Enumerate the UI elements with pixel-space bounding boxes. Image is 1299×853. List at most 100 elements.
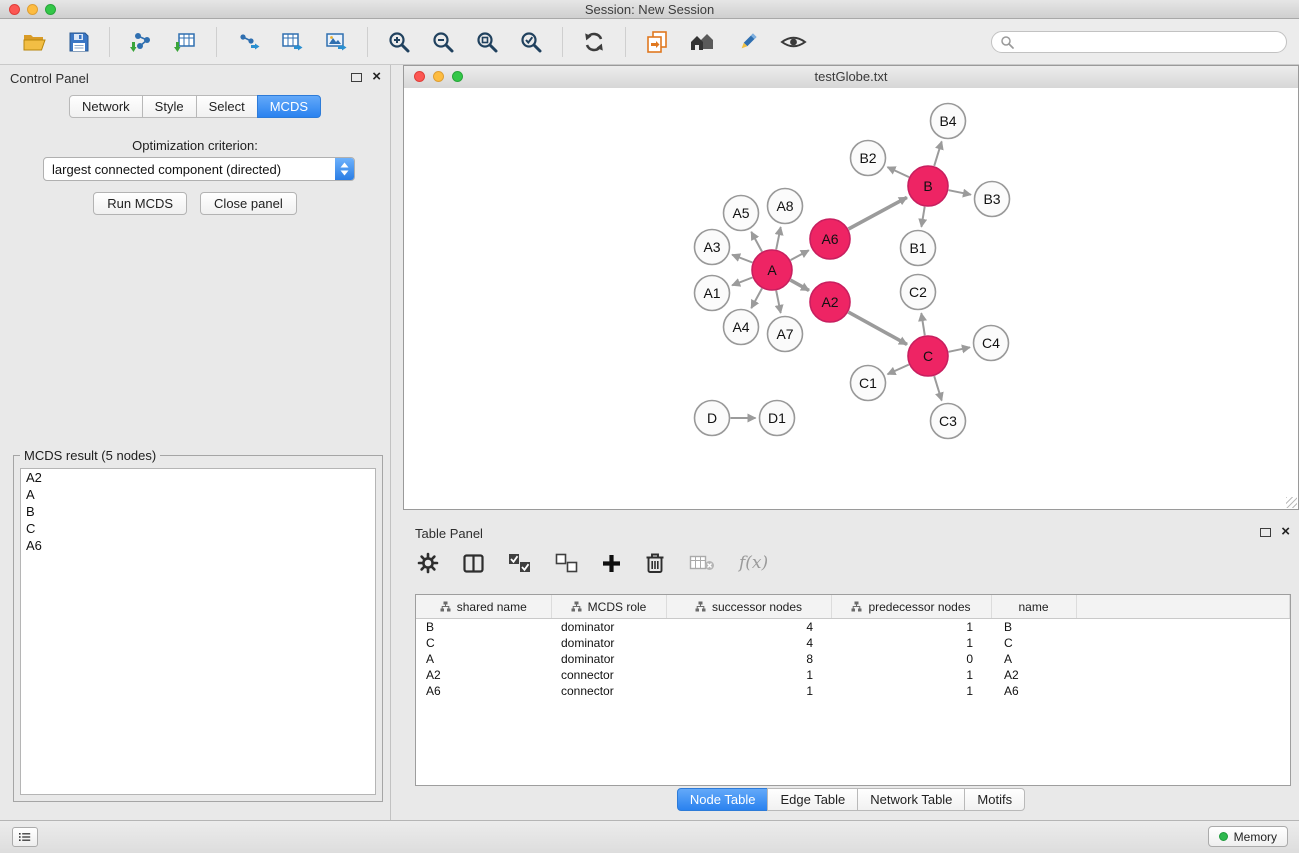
column-header-successor-nodes[interactable]: successor nodes xyxy=(666,595,831,619)
column-header-predecessor-nodes[interactable]: predecessor nodes xyxy=(831,595,991,619)
network-node[interactable]: A xyxy=(752,250,792,290)
close-panel-icon[interactable]: × xyxy=(1281,526,1290,538)
network-canvas[interactable]: B4 B2 B B3 A8 A5 A6 A3 B1 A C2 A1 A2 A4 A7 C4 C C1 C3 D D1 xyxy=(404,88,1298,509)
result-item[interactable]: B xyxy=(21,503,375,520)
select-all-button[interactable] xyxy=(508,553,531,573)
network-edge[interactable] xyxy=(888,167,910,177)
network-node[interactable]: C4 xyxy=(974,326,1009,361)
network-edge[interactable] xyxy=(848,312,907,344)
network-edge[interactable] xyxy=(791,250,809,260)
close-panel-icon[interactable]: × xyxy=(372,71,381,83)
column-header-name[interactable]: name xyxy=(991,595,1076,619)
run-mcds-button[interactable]: Run MCDS xyxy=(93,192,187,215)
open-file-button[interactable] xyxy=(16,28,54,56)
svg-text:D: D xyxy=(707,410,717,426)
export-table-button[interactable] xyxy=(274,27,310,57)
table-row[interactable]: A6connector11A6 xyxy=(416,683,1290,699)
table-row[interactable]: A2connector11A2 xyxy=(416,667,1290,683)
table-row[interactable]: Cdominator41C xyxy=(416,635,1290,651)
network-node[interactable]: A8 xyxy=(768,189,803,224)
add-column-button[interactable] xyxy=(602,554,621,573)
optimization-dropdown[interactable]: largest connected component (directed) xyxy=(43,157,355,181)
network-node[interactable]: B xyxy=(908,166,948,206)
network-edge[interactable] xyxy=(921,313,925,335)
network-edge[interactable] xyxy=(934,376,942,400)
import-table-button[interactable] xyxy=(167,27,203,57)
tab-network-table[interactable]: Network Table xyxy=(857,788,965,811)
network-node[interactable]: A4 xyxy=(724,310,759,345)
search-input[interactable] xyxy=(1019,34,1278,50)
network-node[interactable]: A3 xyxy=(695,230,730,265)
save-session-button[interactable] xyxy=(62,28,96,56)
deselect-all-button[interactable] xyxy=(555,553,578,573)
network-node[interactable]: A7 xyxy=(768,317,803,352)
delete-column-button[interactable] xyxy=(645,552,665,574)
float-panel-icon[interactable] xyxy=(351,73,362,82)
result-item[interactable]: A2 xyxy=(21,469,375,486)
tab-style[interactable]: Style xyxy=(142,95,197,118)
table-row[interactable]: Bdominator41B xyxy=(416,619,1290,636)
memory-button[interactable]: Memory xyxy=(1208,826,1288,847)
task-history-button[interactable] xyxy=(12,827,38,847)
network-edge[interactable] xyxy=(934,142,942,166)
network-edge[interactable] xyxy=(776,227,781,249)
zoom-in-button[interactable] xyxy=(381,27,417,57)
table-header-row: shared name MCDS role successor nodes pr… xyxy=(416,595,1290,619)
network-node[interactable]: B3 xyxy=(975,182,1010,217)
column-header-mcds-role[interactable]: MCDS role xyxy=(551,595,666,619)
zoom-selected-button[interactable] xyxy=(513,27,549,57)
result-item[interactable]: A6 xyxy=(21,537,375,554)
network-edge[interactable] xyxy=(888,365,909,375)
zoom-out-button[interactable] xyxy=(425,27,461,57)
network-node[interactable]: A6 xyxy=(810,219,850,259)
tab-node-table[interactable]: Node Table xyxy=(677,788,769,811)
export-image-button[interactable] xyxy=(318,27,354,57)
new-network-from-selection-button[interactable] xyxy=(639,27,675,57)
network-node[interactable]: A5 xyxy=(724,196,759,231)
network-edge[interactable] xyxy=(776,291,781,313)
table-settings-button[interactable] xyxy=(417,552,439,574)
network-edge[interactable] xyxy=(732,255,752,263)
zoom-fit-button[interactable] xyxy=(469,27,505,57)
network-node[interactable]: B4 xyxy=(931,104,966,139)
network-edge[interactable] xyxy=(732,278,752,286)
tab-mcds[interactable]: MCDS xyxy=(257,95,321,118)
result-item[interactable]: C xyxy=(21,520,375,537)
network-node[interactable]: C1 xyxy=(851,366,886,401)
network-edge[interactable] xyxy=(849,197,907,229)
tab-select[interactable]: Select xyxy=(196,95,258,118)
network-edge[interactable] xyxy=(921,207,924,227)
export-network-button[interactable] xyxy=(230,27,266,57)
network-edge[interactable] xyxy=(949,190,971,195)
result-item[interactable]: A xyxy=(21,486,375,503)
table-row[interactable]: Adominator80A xyxy=(416,651,1290,667)
network-node[interactable]: C3 xyxy=(931,404,966,439)
tab-edge-table[interactable]: Edge Table xyxy=(767,788,858,811)
column-header-shared-name[interactable]: shared name xyxy=(416,595,551,619)
network-node[interactable]: A2 xyxy=(810,282,850,322)
show-columns-button[interactable] xyxy=(463,554,484,573)
tab-motifs[interactable]: Motifs xyxy=(964,788,1025,811)
apply-layout-button[interactable] xyxy=(576,27,612,57)
annotation-button[interactable] xyxy=(730,27,766,57)
network-edge[interactable] xyxy=(751,288,762,308)
first-neighbors-button[interactable] xyxy=(683,28,722,56)
network-node[interactable]: C2 xyxy=(901,275,936,310)
tab-network[interactable]: Network xyxy=(69,95,143,118)
network-edge[interactable] xyxy=(790,280,809,290)
import-network-button[interactable] xyxy=(123,27,159,57)
resize-handle[interactable] xyxy=(1286,497,1297,508)
mcds-result-list: A2ABCA6 xyxy=(20,468,376,795)
network-node[interactable]: D1 xyxy=(760,401,795,436)
network-edge[interactable] xyxy=(751,232,762,252)
network-node[interactable]: B1 xyxy=(901,231,936,266)
network-node[interactable]: C xyxy=(908,336,948,376)
search-icon xyxy=(1000,35,1014,49)
network-node[interactable]: B2 xyxy=(851,141,886,176)
network-node[interactable]: D xyxy=(695,401,730,436)
float-panel-icon[interactable] xyxy=(1260,528,1271,537)
close-panel-button[interactable]: Close panel xyxy=(200,192,297,215)
show-details-button[interactable] xyxy=(774,30,813,54)
network-edge[interactable] xyxy=(949,347,970,352)
network-node[interactable]: A1 xyxy=(695,276,730,311)
